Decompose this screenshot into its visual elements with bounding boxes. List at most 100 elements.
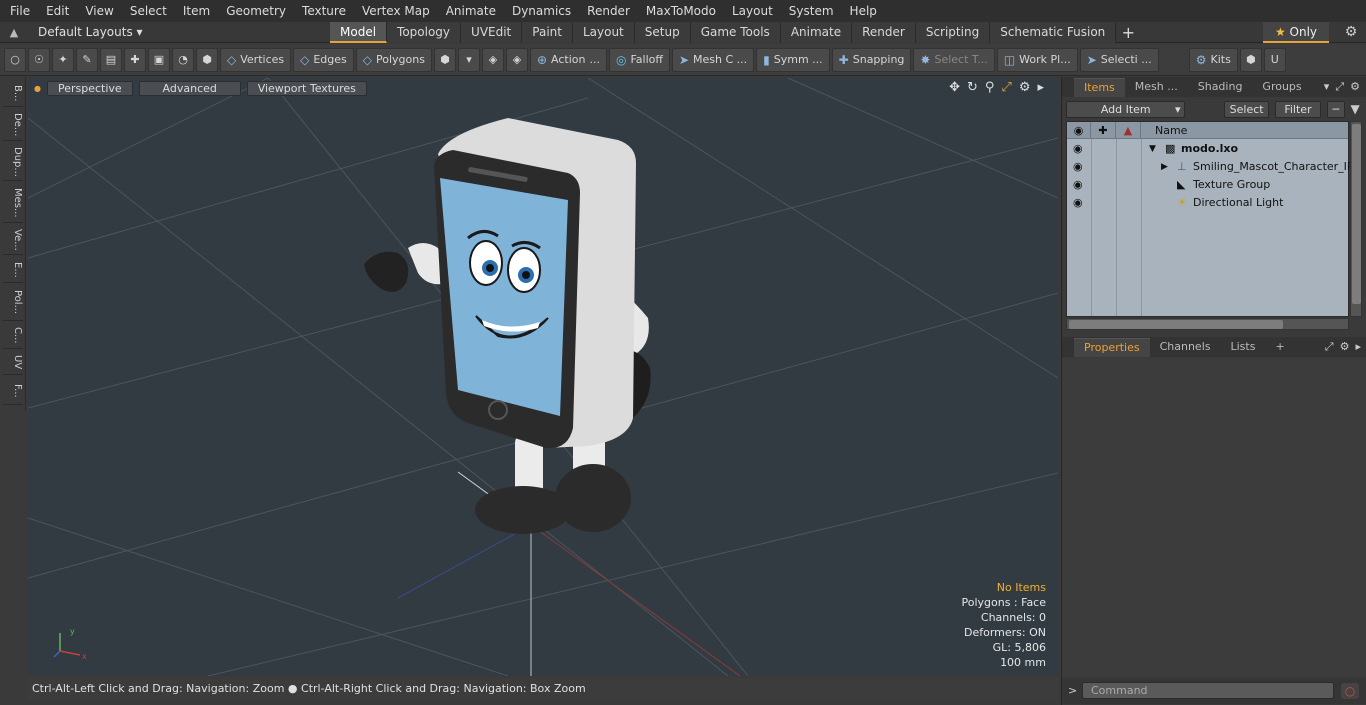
edges-button[interactable]: ◇ Edges <box>293 47 354 72</box>
mesh-constraint-button[interactable]: ➤ Mesh C ... <box>671 47 755 72</box>
expand-right-icon[interactable]: ▶ <box>1161 158 1168 176</box>
items-dropdown-chevron-icon[interactable]: ▾ <box>1324 77 1330 97</box>
tab-model[interactable]: Model <box>330 21 388 43</box>
vertices-button[interactable]: ◇ Vertices <box>220 47 292 72</box>
strip-tab-b[interactable]: B... <box>3 81 23 107</box>
clock-icon[interactable]: ◔ <box>172 47 194 72</box>
tab-mesh[interactable]: Mesh ... <box>1125 78 1188 96</box>
symmetry-shield-icon[interactable]: ◈ <box>481 47 504 72</box>
unity-logo-icon[interactable]: ⬢ <box>1239 47 1262 72</box>
square-target-icon[interactable]: ▣ <box>148 47 170 72</box>
eye-icon[interactable]: ◉ <box>1073 194 1083 212</box>
rotate-icon[interactable]: ↻ <box>967 80 978 95</box>
tab-setup[interactable]: Setup <box>634 21 691 43</box>
items-horizontal-scrollbar[interactable] <box>1066 318 1349 330</box>
item-cube-icon[interactable]: ⬢ <box>196 47 218 72</box>
tab-channels[interactable]: Channels <box>1150 338 1221 356</box>
tab-animate[interactable]: Animate <box>780 21 853 43</box>
viewport-menu-dot-icon[interactable]: ● <box>34 84 41 93</box>
expand-down-icon[interactable]: ▼ <box>1149 140 1156 158</box>
viewport-arrow-right-icon[interactable]: ▸ <box>1037 80 1044 95</box>
tab-topology[interactable]: Topology <box>387 21 462 43</box>
record-macro-icon[interactable]: ○ <box>1341 683 1359 699</box>
menu-vertex-map[interactable]: Vertex Map <box>354 0 438 22</box>
items-vertical-scrollbar[interactable] <box>1350 121 1362 317</box>
tab-render[interactable]: Render <box>852 21 916 43</box>
material-icon[interactable]: ⬢ <box>433 47 456 72</box>
render-header-icon[interactable]: ▲ <box>1116 122 1141 138</box>
command-input[interactable]: Command <box>1082 682 1334 699</box>
menu-item[interactable]: Item <box>175 0 218 22</box>
only-toggle[interactable]: ★ Only <box>1263 22 1329 43</box>
menu-help[interactable]: Help <box>842 0 885 22</box>
viewport-gear-icon[interactable]: ⚙ <box>1019 80 1031 95</box>
tab-items[interactable]: Items <box>1074 77 1125 97</box>
tab-paint[interactable]: Paint <box>522 21 573 43</box>
mascot-character[interactable] <box>364 118 651 534</box>
pan-move-icon[interactable]: ✥ <box>949 80 960 95</box>
properties-expand-icon[interactable]: ⤢ <box>1325 337 1334 357</box>
menu-render[interactable]: Render <box>579 0 638 22</box>
menu-file[interactable]: File <box>0 0 38 22</box>
filter-funnel-icon[interactable]: ▼ <box>1351 102 1364 116</box>
symmetry-button[interactable]: ▮ Symm ... <box>756 47 830 72</box>
align-icon[interactable]: ▤ <box>100 47 122 72</box>
globe-icon[interactable]: ☉ <box>28 47 50 72</box>
default-layouts-dropdown[interactable]: Default Layouts ▾ <box>28 25 330 39</box>
work-plane-button[interactable]: ◫ Work Pl... <box>996 47 1078 72</box>
menu-layout[interactable]: Layout <box>724 0 781 22</box>
eye-icon[interactable]: ◉ <box>1073 176 1083 194</box>
properties-gear-icon[interactable]: ⚙ <box>1340 337 1350 357</box>
eye-icon[interactable]: ◉ <box>1073 158 1083 176</box>
menu-edit[interactable]: Edit <box>38 0 77 22</box>
select-through-button[interactable]: ✸ Select T... <box>913 47 995 72</box>
tab-groups[interactable]: Groups <box>1252 78 1311 96</box>
action-button[interactable]: ⊕ Action ... <box>529 47 607 72</box>
strip-tab-f[interactable]: F... <box>3 377 23 405</box>
tab-game-tools[interactable]: Game Tools <box>690 21 781 43</box>
tab-layout[interactable]: Layout <box>572 21 635 43</box>
kits-button[interactable]: ⚙ Kits <box>1188 47 1238 72</box>
layout-home-icon[interactable]: ▲ <box>0 26 28 39</box>
name-column-header[interactable]: Name <box>1141 122 1187 138</box>
tab-schematic-fusion[interactable]: Schematic Fusion <box>990 21 1117 43</box>
lock-header-icon[interactable]: ✚ <box>1091 122 1116 138</box>
unreal-logo-icon[interactable]: U <box>1263 47 1286 72</box>
select-button[interactable]: Select <box>1224 100 1269 118</box>
tab-properties[interactable]: Properties <box>1074 337 1150 357</box>
strip-tab-uv[interactable]: UV <box>3 351 23 375</box>
strip-tab-dup[interactable]: Dup... <box>3 143 23 181</box>
advanced-button[interactable]: Advanced <box>138 80 241 96</box>
scrollbar-thumb[interactable] <box>1352 124 1361 304</box>
falloff-button[interactable]: ◎ Falloff <box>608 47 670 72</box>
strip-tab-c[interactable]: C... <box>3 323 23 349</box>
layout-gear-icon[interactable]: ⚙ <box>1340 22 1362 43</box>
maximize-icon[interactable]: ⤢ <box>1001 80 1011 95</box>
strip-tab-e[interactable]: E... <box>3 257 23 283</box>
collapse-icon[interactable]: ─ <box>1327 100 1345 118</box>
tab-lists[interactable]: Lists <box>1221 338 1266 356</box>
menu-dynamics[interactable]: Dynamics <box>504 0 579 22</box>
menu-system[interactable]: System <box>781 0 842 22</box>
menu-select[interactable]: Select <box>122 0 175 22</box>
symmetry-shield-2-icon[interactable]: ◈ <box>505 47 528 72</box>
3d-viewport[interactable]: ● Perspective Advanced Viewport Textures… <box>28 78 1058 676</box>
menu-animate[interactable]: Animate <box>438 0 504 22</box>
strip-tab-mes[interactable]: Mes... <box>3 183 23 223</box>
polygons-button[interactable]: ◇ Polygons <box>355 47 432 72</box>
strip-tab-pol[interactable]: Pol... <box>3 285 23 321</box>
tree-row-texture-group[interactable]: ◉ ◣ Texture Group <box>1067 176 1348 194</box>
add-tab-plus-icon[interactable]: + <box>1116 23 1140 42</box>
tree-row-mascot-mesh[interactable]: ◉ ▶ ⊥ Smiling_Mascot_Character_IP... <box>1067 158 1362 176</box>
scrollbar-thumb[interactable] <box>1069 320 1283 329</box>
viewport-textures-button[interactable]: Viewport Textures <box>246 80 367 96</box>
pen-tool-icon[interactable]: ✦ <box>52 47 74 72</box>
menu-texture[interactable]: Texture <box>294 0 354 22</box>
items-gear-icon[interactable]: ⚙ <box>1350 77 1360 97</box>
tab-scripting[interactable]: Scripting <box>915 21 991 43</box>
tree-row-directional-light[interactable]: ◉ ☀ Directional Light <box>1067 194 1348 212</box>
dropdown-chevron-icon[interactable]: ▾ <box>457 47 480 72</box>
zoom-search-icon[interactable]: ⚲ <box>985 80 995 95</box>
strip-tab-ve[interactable]: Ve... <box>3 225 23 255</box>
perspective-button[interactable]: Perspective <box>46 80 133 96</box>
